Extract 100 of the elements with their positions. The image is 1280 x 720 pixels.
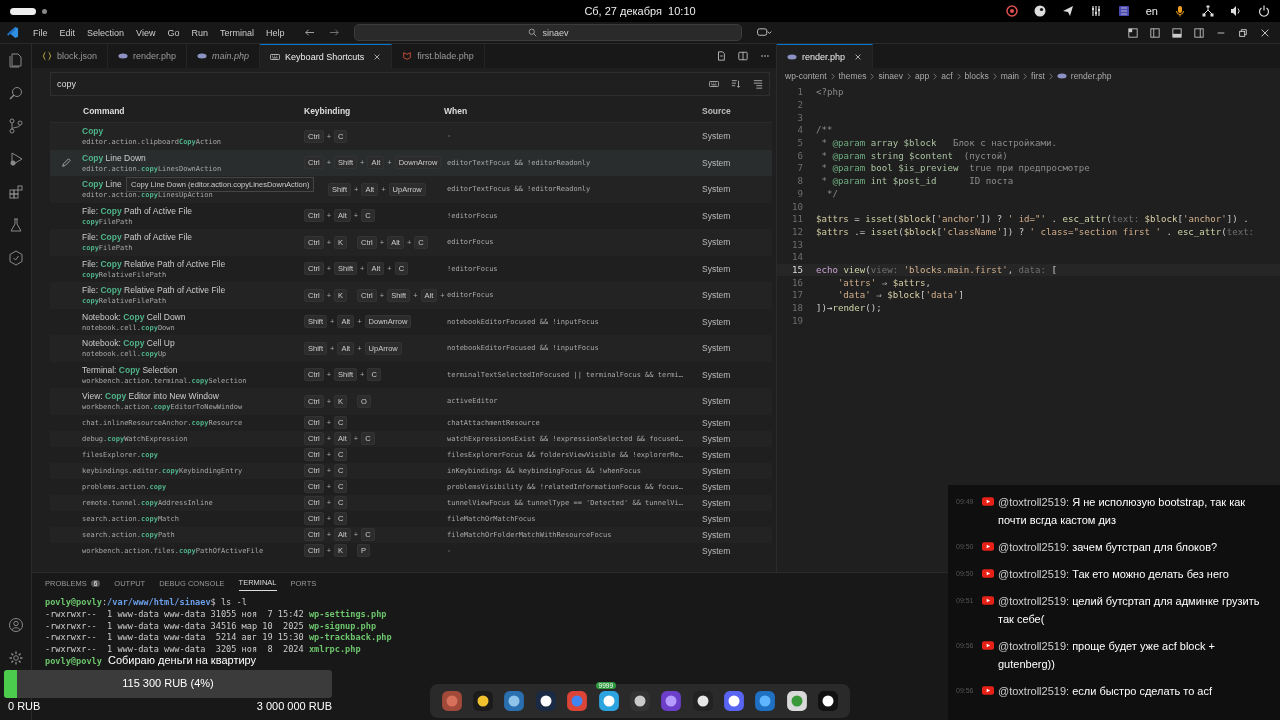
menu-item[interactable]: Help bbox=[259, 27, 291, 38]
back-arrow-icon[interactable] bbox=[304, 27, 316, 38]
activities-indicator[interactable] bbox=[10, 7, 36, 15]
play-badge-icon bbox=[982, 596, 994, 605]
play-badge-icon bbox=[982, 569, 994, 578]
editor-tab[interactable]: Keyboard Shortcuts bbox=[260, 44, 393, 68]
breadcrumb[interactable]: themes bbox=[838, 71, 867, 81]
code-editor-logo[interactable] bbox=[6, 26, 19, 39]
breadcrumb[interactable]: main bbox=[1000, 71, 1020, 81]
restore-icon[interactable] bbox=[1238, 27, 1248, 38]
extensions-icon[interactable] bbox=[7, 184, 24, 200]
command-title: Copy bbox=[82, 126, 104, 137]
line-number: 7 bbox=[796, 163, 803, 174]
code-line: * @param int $post_id ID поста bbox=[820, 176, 1014, 187]
search-icon[interactable] bbox=[7, 85, 24, 101]
grid-icon[interactable] bbox=[1117, 5, 1130, 17]
source-label: System bbox=[701, 545, 732, 556]
close-icon[interactable] bbox=[854, 52, 863, 61]
open-file-icon[interactable] bbox=[716, 51, 726, 61]
line-number: 5 bbox=[796, 138, 803, 149]
send-icon[interactable] bbox=[1061, 5, 1074, 17]
terminal-line: -rwxrwxr-- 1 www-data www-data 3205 ноя 8 2024 xmlrpc.php bbox=[45, 644, 361, 655]
search-icon bbox=[528, 28, 538, 37]
flask-icon[interactable] bbox=[7, 217, 24, 233]
microphone-icon[interactable] bbox=[1174, 5, 1186, 17]
breadcrumb[interactable]: acf bbox=[941, 71, 953, 81]
keyboard-icon[interactable] bbox=[709, 79, 719, 89]
record-icon[interactable] bbox=[1005, 5, 1018, 17]
chat-message: @toxtroll2519: Я не исполюзую bootstrap, так как почти всгда кастом диз bbox=[998, 495, 1247, 528]
command-title: Copy Line bbox=[82, 179, 122, 190]
source-control-icon[interactable] bbox=[7, 118, 24, 134]
command-title: File: Copy Relative Path of Active File bbox=[82, 258, 226, 269]
menu-item[interactable]: Run bbox=[185, 27, 214, 38]
goal-amount: 115 300 RUB (4%) bbox=[121, 677, 215, 689]
chat-message: @toxtroll2519: если быстро сделать то acf bbox=[998, 684, 1213, 699]
line-number: 12 bbox=[791, 226, 803, 237]
breadcrumb[interactable]: app bbox=[915, 71, 930, 81]
close-icon[interactable] bbox=[373, 52, 382, 61]
settings-icon[interactable] bbox=[7, 650, 24, 666]
breadcrumb[interactable]: sinaev bbox=[878, 71, 904, 81]
chevron-icon bbox=[1023, 72, 1028, 80]
forward-arrow-icon[interactable] bbox=[329, 27, 341, 38]
menu-item[interactable]: Go bbox=[161, 27, 186, 38]
breadcrumb[interactable]: wp-content bbox=[785, 71, 827, 81]
code-line: 'data' ⇒ $block['data'] bbox=[836, 290, 964, 301]
source-label: System bbox=[701, 433, 732, 444]
panel-toggle-icon[interactable] bbox=[1172, 27, 1182, 38]
chevron-icon bbox=[992, 72, 997, 80]
code-line: * @param bool $is_preview true при предпросмотре bbox=[820, 163, 1090, 174]
column-header[interactable]: When bbox=[443, 106, 697, 116]
menu-item[interactable]: Selection bbox=[81, 27, 131, 38]
chevron-icon bbox=[907, 72, 912, 80]
network-icon[interactable] bbox=[1202, 5, 1214, 17]
code-line: echo view(view: 'blocks.main.first', data: [ bbox=[816, 264, 1057, 275]
menu-item[interactable]: File bbox=[27, 27, 54, 38]
terminal-line: povly@povly bbox=[45, 656, 102, 668]
layout-icon[interactable] bbox=[1128, 27, 1138, 38]
hexagon-icon[interactable] bbox=[7, 250, 24, 266]
volume-icon[interactable] bbox=[1230, 5, 1242, 17]
sidebar-toggle-icon[interactable] bbox=[1150, 27, 1160, 38]
source-label: System bbox=[701, 481, 732, 492]
close-icon[interactable] bbox=[1260, 27, 1270, 38]
line-number: 13 bbox=[791, 239, 803, 250]
clock[interactable]: Сб, 27 декабря 10:10 bbox=[584, 5, 696, 17]
line-number: 14 bbox=[791, 252, 803, 263]
column-header[interactable]: Keybinding bbox=[298, 106, 443, 116]
keybinding-search-field[interactable]: copy bbox=[50, 72, 770, 96]
menu-item[interactable]: View bbox=[130, 27, 162, 38]
column-header[interactable]: Command bbox=[82, 106, 298, 116]
list-icon[interactable] bbox=[753, 79, 763, 89]
files-icon[interactable] bbox=[7, 52, 24, 68]
keyboard-language[interactable]: en bbox=[1145, 5, 1158, 17]
source-label: System bbox=[701, 513, 732, 524]
code-line: <?php bbox=[816, 87, 844, 98]
split-editor-icon[interactable] bbox=[738, 51, 748, 61]
line-number: 6 bbox=[796, 150, 803, 161]
code-line: * @param array $block Блок с настройками. bbox=[820, 138, 1057, 149]
workspace-dot[interactable] bbox=[42, 8, 47, 14]
source-label: System bbox=[701, 465, 732, 476]
editor-tab[interactable]: block.json bbox=[32, 44, 109, 68]
command-title: Terminal: Copy Selection bbox=[82, 364, 178, 375]
editor-tab[interactable]: render.php bbox=[777, 44, 874, 68]
account-icon[interactable] bbox=[7, 617, 24, 633]
chat-message: @toxtroll2519: проще будет уже acf block + gutenberg)) bbox=[998, 639, 1216, 672]
menu-item[interactable]: Terminal bbox=[213, 27, 260, 38]
edit-icon[interactable] bbox=[61, 157, 71, 168]
secondary-sidebar-icon[interactable] bbox=[1194, 27, 1204, 38]
breadcrumb[interactable]: first bbox=[1031, 71, 1045, 81]
column-header[interactable]: Source bbox=[697, 106, 772, 116]
code-line: $attrs = isset($block['anchor']) ? ' id="' . esc_attr(text: $block['anchor']) . bbox=[816, 214, 1249, 225]
breadcrumb[interactable]: blocks bbox=[964, 71, 989, 81]
menu-item[interactable]: Edit bbox=[53, 27, 82, 38]
command-search-field[interactable]: sinaev bbox=[354, 24, 743, 41]
equalizer-icon[interactable] bbox=[1089, 5, 1102, 17]
breadcrumb[interactable]: render.php bbox=[1070, 71, 1112, 81]
power-icon[interactable] bbox=[1258, 5, 1270, 17]
code-line: * @param string $content (пустой) bbox=[820, 150, 1008, 161]
editor-tab[interactable]: render.php bbox=[108, 44, 188, 68]
sort-icon[interactable] bbox=[731, 79, 741, 89]
editor-tab[interactable]: first.blade.php bbox=[392, 44, 485, 68]
